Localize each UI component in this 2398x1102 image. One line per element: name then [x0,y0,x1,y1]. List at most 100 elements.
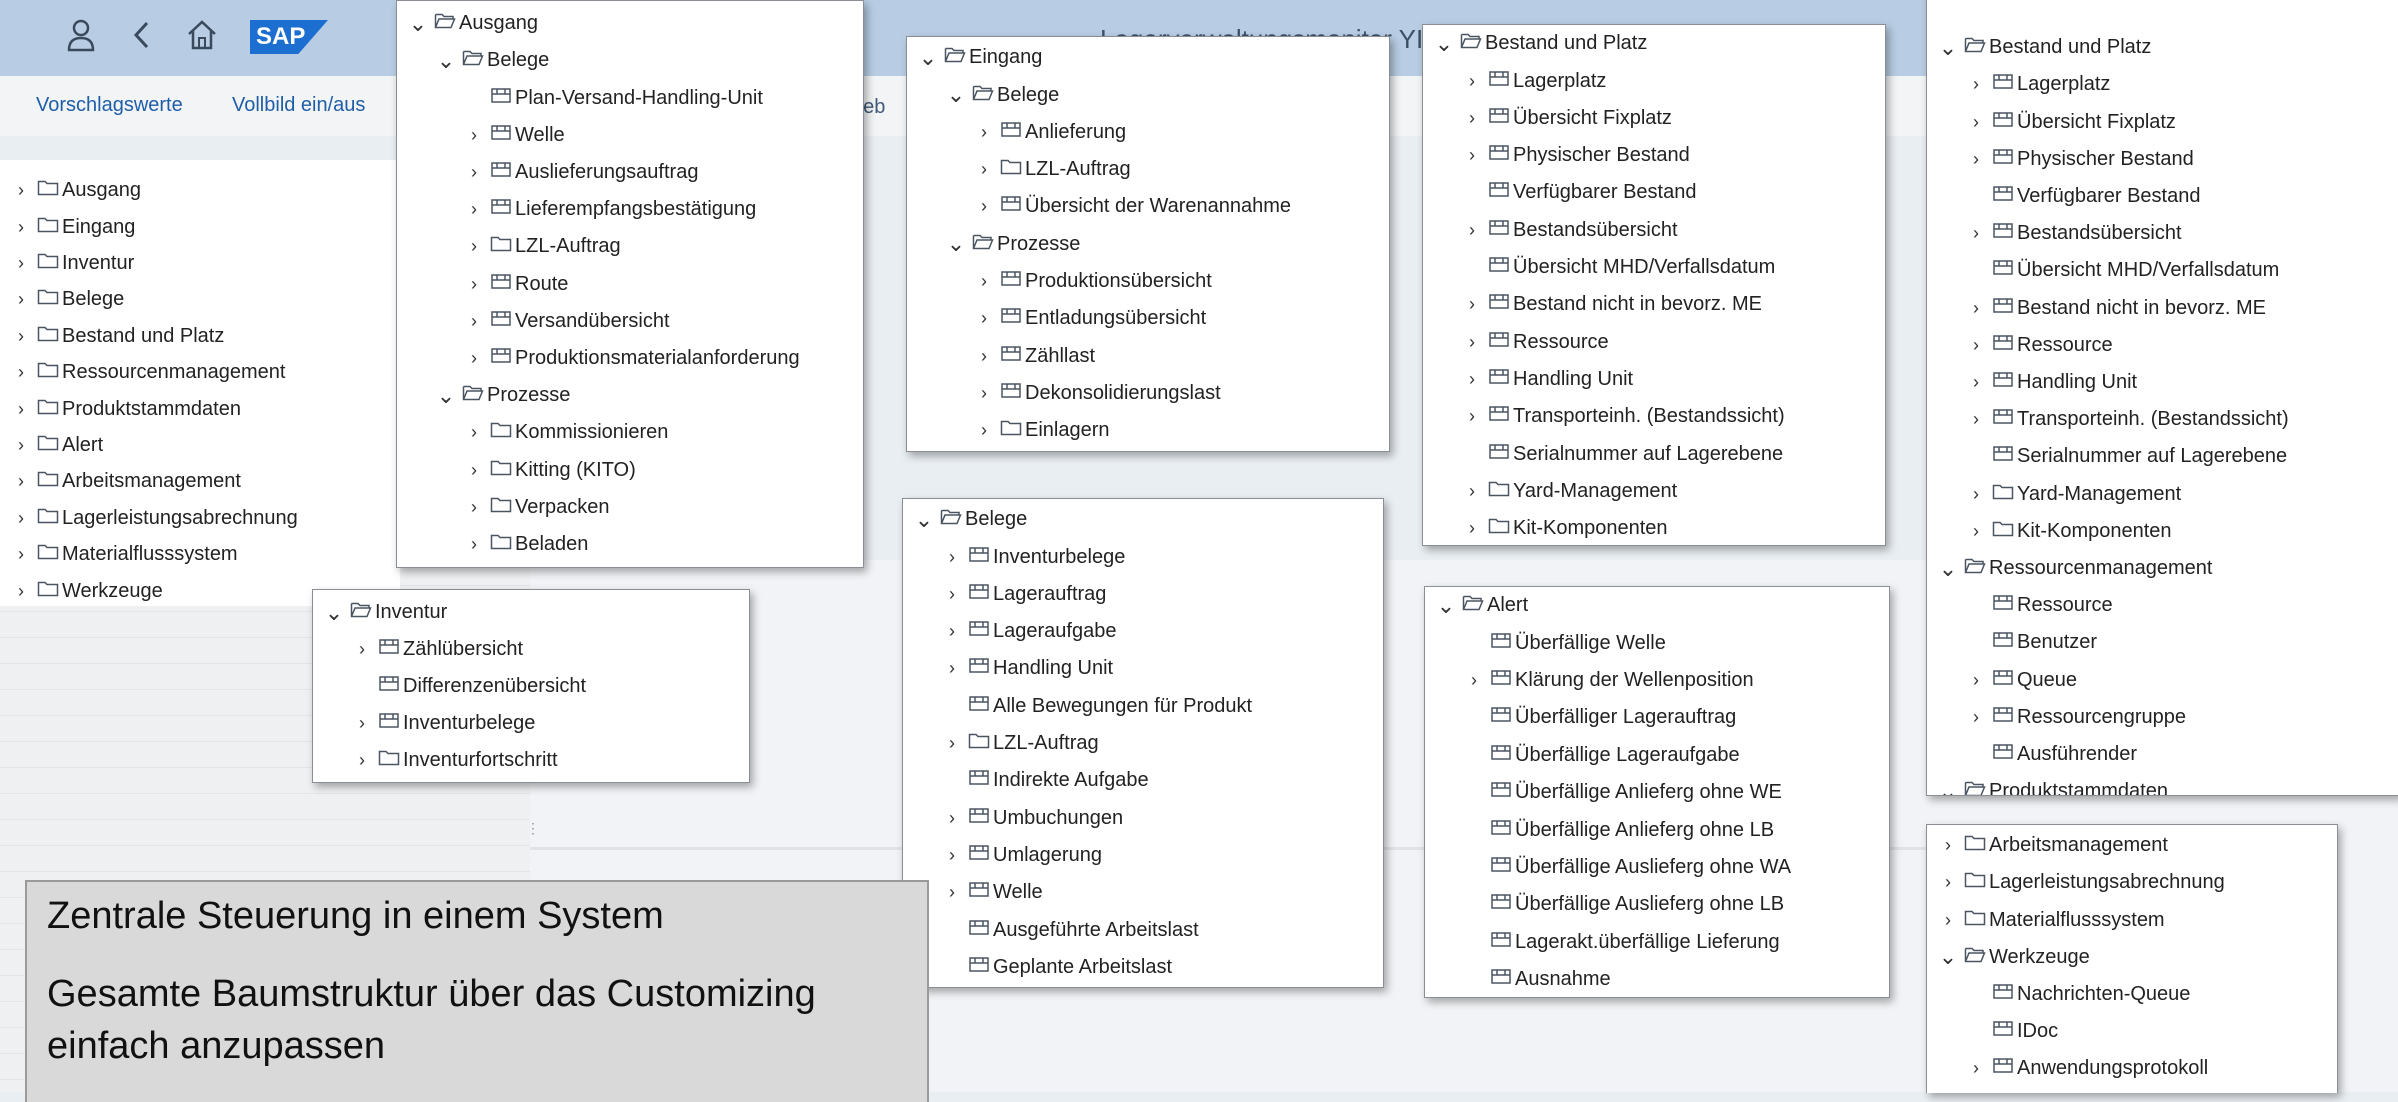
chevron-right-icon[interactable]: › [939,837,965,874]
tree-node-ressourcengruppe[interactable]: › Ressourcengruppe [1927,699,2398,736]
chevron-right-icon[interactable]: › [349,742,375,779]
tree-node-bestand-nicht-in-bevorz-me[interactable]: › Bestand nicht in bevorz. ME [1927,289,2398,326]
chevron-right-icon[interactable]: › [939,539,965,576]
tree-node-plan-versand-handling-unit[interactable]: ›Plan-Versand-Handling-Unit [397,79,863,116]
chevron-right-icon[interactable]: › [971,300,997,337]
tree-node-produktionsuebersicht[interactable]: › Produktionsübersicht [907,263,1389,300]
chevron-right-icon[interactable]: › [1459,324,1485,361]
tree-node-route[interactable]: › Route [397,265,863,302]
tree-node-kommissionieren[interactable]: › Kommissionieren [397,414,863,451]
tree-node-ressourcenmanagement[interactable]: › Ressourcenmanagement [0,354,400,391]
tree-node-arbeitsmanagement[interactable]: › Arbeitsmanagement [0,463,400,500]
tree-node-ueberfaellige-welle[interactable]: ›Überfällige Welle [1425,624,1889,661]
chevron-right-icon[interactable]: › [1963,66,1989,103]
chevron-right-icon[interactable]: › [939,613,965,650]
tree-node-serialnummer-auf-lagerebene[interactable]: ›Serialnummer auf Lagerebene [1423,435,1885,472]
tree-node-lzl-auftrag[interactable]: › LZL-Auftrag [397,228,863,265]
tree-node-bestand-und-platz[interactable]: › Bestand und Platz [0,318,400,355]
tree-node-idoc[interactable]: ›IDoc [1927,1013,2337,1050]
chevron-right-icon[interactable]: › [8,573,34,606]
tree-node-handling-unit[interactable]: › Handling Unit [1927,364,2398,401]
chevron-right-icon[interactable]: › [1963,699,1989,736]
tree-node-differenzenuebersicht[interactable]: ›Differenzenübersicht [313,668,749,705]
tree-node-umlagerung[interactable]: › Umlagerung [903,837,1383,874]
tree-node-inventur[interactable]: › Inventur [0,245,400,282]
tree-node-geplante-arbeitslast[interactable]: ›Geplante Arbeitslast [903,949,1383,986]
chevron-right-icon[interactable]: › [939,650,965,687]
tree-node-klaerung-der-wellenposition[interactable]: › Klärung der Wellenposition [1425,662,1889,699]
tree-node-uebersicht-fixplatz[interactable]: › Übersicht Fixplatz [1423,100,1885,137]
tree-node-belege[interactable]: › Belege [0,281,400,318]
chevron-right-icon[interactable]: › [971,338,997,375]
tree-node-bestand-nicht-in-bevorz-me[interactable]: › Bestand nicht in bevorz. ME [1423,286,1885,323]
tree-node-eingang[interactable]: ⌄ Eingang [907,39,1389,76]
fullscreen-toggle-button[interactable]: Vollbild ein/aus [232,94,365,117]
chevron-down-icon[interactable]: ⌄ [1935,35,1961,60]
tree-node-zaehluebersicht[interactable]: › Zählübersicht [313,631,749,668]
tree-node-verfuegbarer-bestand[interactable]: ›Verfügbarer Bestand [1927,178,2398,215]
chevron-right-icon[interactable]: › [1963,327,1989,364]
tree-node-yard-management[interactable]: › Yard-Management [1423,473,1885,510]
chevron-right-icon[interactable]: › [1459,100,1485,137]
tree-node-dekonsolidierungslast[interactable]: › Dekonsolidierungslast [907,375,1389,412]
chevron-down-icon[interactable]: ⌄ [943,83,969,107]
chevron-right-icon[interactable]: › [461,117,487,154]
tree-node-ausgang[interactable]: ⌄ Ausgang [397,5,863,42]
chevron-right-icon[interactable]: › [8,500,34,537]
chevron-right-icon[interactable]: › [939,800,965,837]
tree-node-anlieferung[interactable]: › Anlieferung [907,114,1389,151]
tree-node-kit-komponenten[interactable]: › Kit-Komponenten [1927,513,2398,550]
chevron-right-icon[interactable]: › [461,191,487,228]
tree-node-werkzeuge[interactable]: ⌄ Werkzeuge [1927,939,2337,976]
chevron-right-icon[interactable]: › [971,188,997,225]
chevron-right-icon[interactable]: › [461,414,487,451]
chevron-right-icon[interactable]: › [8,245,34,282]
tree-node-welle[interactable]: › Welle [397,117,863,154]
tree-node-verpacken[interactable]: › Verpacken [397,489,863,526]
chevron-right-icon[interactable]: › [349,705,375,742]
tree-node-lzl-auftrag[interactable]: › LZL-Auftrag [903,725,1383,762]
chevron-right-icon[interactable]: › [461,340,487,377]
tree-node-lieferempfangsbestaetigung[interactable]: › Lieferempfangsbestätigung [397,191,863,228]
tree-node-transporteinh-bestandssicht[interactable]: › Transporteinh. (Bestandssicht) [1927,401,2398,438]
tree-node-beladen[interactable]: › Beladen [397,526,863,563]
tree-node-ausnahme[interactable]: ›Ausnahme [1425,961,1889,997]
tree-node-uebersicht-mhd-verfallsdatum[interactable]: ›Übersicht MHD/Verfallsdatum [1423,249,1885,286]
tree-node-ressource[interactable]: › Ressource [1423,323,1885,360]
tree-node-ressourcenmanagement[interactable]: ⌄ Ressourcenmanagement [1927,550,2398,587]
chevron-right-icon[interactable]: › [1963,513,1989,550]
chevron-right-icon[interactable]: › [1963,662,1989,699]
tree-node-uebersicht-der-warenannahme[interactable]: › Übersicht der Warenannahme [907,188,1389,225]
chevron-down-icon[interactable]: ⌄ [321,600,347,625]
tree-node-bestand-und-platz[interactable]: ⌄ Bestand und Platz [1927,29,2398,66]
chevron-down-icon[interactable]: ⌄ [1431,31,1457,56]
chevron-right-icon[interactable]: › [1459,212,1485,249]
tree-node-zaehllast[interactable]: › Zähllast [907,337,1389,374]
tree-node-ueberfaellige-anlieferg-ohne-we[interactable]: ›Überfällige Anlieferg ohne WE [1425,774,1889,811]
chevron-down-icon[interactable]: ⌄ [1935,779,1961,795]
tree-node-ueberfaellige-auslieferg-ohne-wa[interactable]: ›Überfällige Auslieferg ohne WA [1425,849,1889,886]
tree-node-indirekte-aufgabe[interactable]: ›Indirekte Aufgabe [903,762,1383,799]
tree-node-bestand-und-platz[interactable]: ⌄ Bestand und Platz [1423,25,1885,62]
chevron-right-icon[interactable]: › [1963,104,1989,141]
chevron-right-icon[interactable]: › [1459,473,1485,510]
tree-node-lagerauftrag[interactable]: › Lagerauftrag [903,576,1383,613]
home-icon[interactable] [186,18,218,61]
tree-node-benutzer[interactable]: ›Benutzer [1927,624,2398,661]
tree-node-uebersicht-fixplatz[interactable]: › Übersicht Fixplatz [1927,103,2398,140]
chevron-down-icon[interactable]: ⌄ [1935,945,1961,969]
tree-node-eingang[interactable]: › Eingang [0,208,400,245]
chevron-right-icon[interactable]: › [939,576,965,613]
tree-node-ueberfaelliger-lagerauftrag[interactable]: ›Überfälliger Lagerauftrag [1425,699,1889,736]
tree-node-alert[interactable]: ⌄ Alert [1425,587,1889,624]
chevron-right-icon[interactable]: › [8,281,34,318]
chevron-right-icon[interactable]: › [1963,215,1989,252]
tree-node-umbuchungen[interactable]: › Umbuchungen [903,799,1383,836]
chevron-right-icon[interactable]: › [1935,827,1961,864]
chevron-down-icon[interactable]: ⌄ [915,45,941,70]
chevron-right-icon[interactable]: › [461,266,487,303]
tree-node-materialflusssystem[interactable]: › Materialflusssystem [1927,901,2337,938]
chevron-right-icon[interactable]: › [1459,286,1485,323]
splitter-handle-icon[interactable]: ⋮ [526,820,540,837]
chevron-right-icon[interactable]: › [8,172,34,209]
